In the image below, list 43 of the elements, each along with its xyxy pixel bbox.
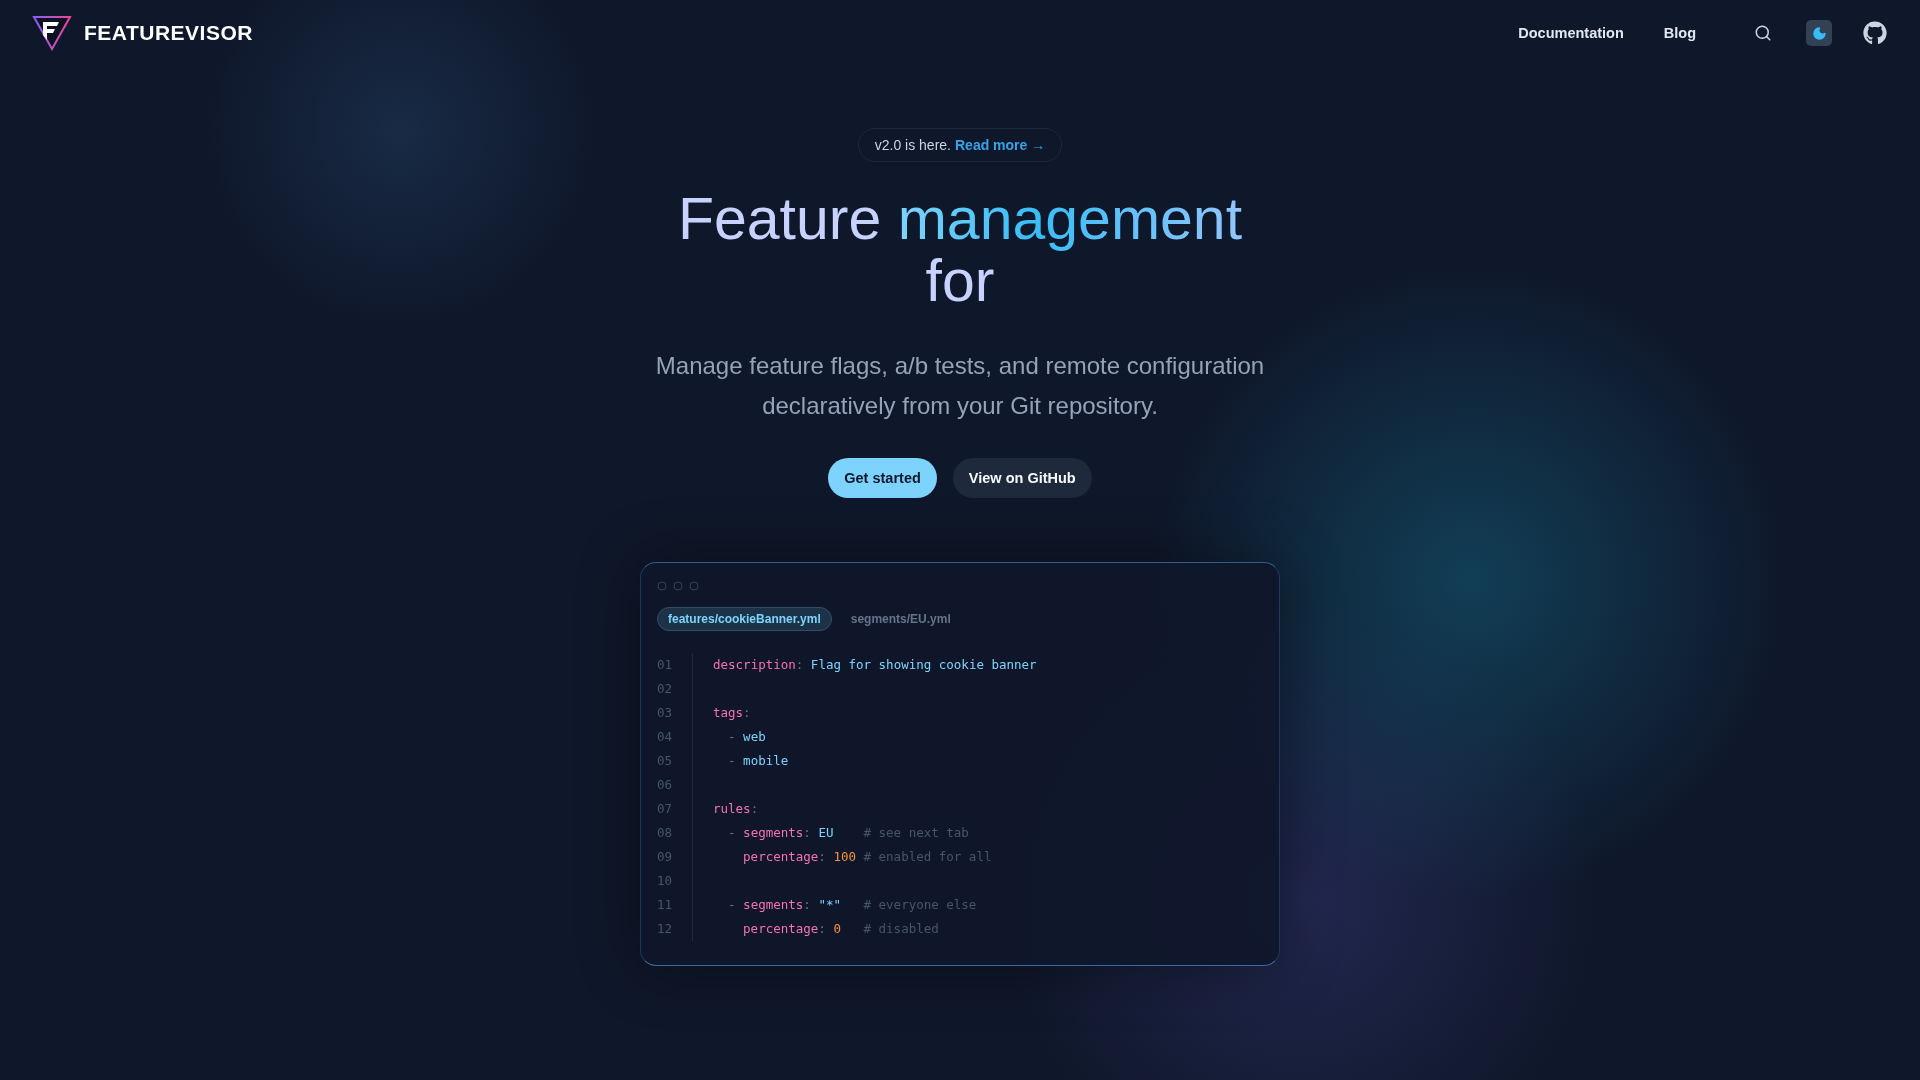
line-number: 05 [657, 749, 693, 773]
line-number: 02 [657, 677, 693, 701]
moon-icon [1811, 25, 1827, 41]
code-text: description: Flag for showing cookie banner [713, 656, 1037, 674]
code-comment: # see next tab [863, 824, 969, 842]
line-number: 06 [657, 773, 693, 797]
code-text: tags: [713, 704, 752, 722]
brand-name[interactable]: FEATUREVISOR [84, 21, 253, 45]
nav-link[interactable]: Documentation [1518, 25, 1624, 41]
code-comment: # everyone else [863, 896, 977, 914]
github-button[interactable] [1862, 20, 1888, 46]
code-text: - web [727, 728, 767, 746]
logo-icon [32, 15, 72, 51]
line-number: 07 [657, 797, 693, 821]
file-tab[interactable]: features/cookieBanner.yml [657, 607, 832, 631]
line-number: 01 [657, 653, 693, 677]
announcement-text: v2.0 is here. [874, 137, 951, 153]
line-number: 11 [657, 893, 693, 917]
line-number: 08 [657, 821, 693, 845]
nav-link[interactable]: Blog [1663, 25, 1696, 41]
line-number: 12 [657, 917, 693, 941]
code-comment: # disabled [863, 920, 939, 938]
code-text: - segments: "*" [727, 896, 842, 914]
code-text: - segments: EU [727, 824, 835, 842]
read-more-link[interactable]: Read more → [955, 137, 1046, 153]
file-tab[interactable]: segments/EU.yml [839, 607, 962, 631]
hero-subtitle: Manage feature flags, a/b tests, and remote configuration declaratively from your Git repository. [654, 351, 1266, 421]
code-text: percentage: 0 [742, 920, 842, 938]
github-icon [1863, 21, 1887, 45]
line-number: 10 [657, 869, 693, 893]
theme-toggle[interactable] [1806, 20, 1832, 46]
line-number: 03 [657, 701, 693, 725]
code-text: percentage: 100 [742, 848, 857, 866]
github-link-button[interactable]: View on GitHub [952, 458, 1092, 498]
code-text: rules: [713, 800, 760, 818]
hero-heading: Feature management for [676, 188, 1244, 312]
get-started-button[interactable]: Get started [828, 458, 937, 498]
code-comment: # enabled for all [863, 848, 992, 866]
line-number: 09 [657, 845, 693, 869]
code-text: - mobile [727, 752, 790, 770]
line-number: 04 [657, 725, 693, 749]
window-dots-icon [657, 581, 699, 591]
search-icon [1754, 24, 1772, 42]
